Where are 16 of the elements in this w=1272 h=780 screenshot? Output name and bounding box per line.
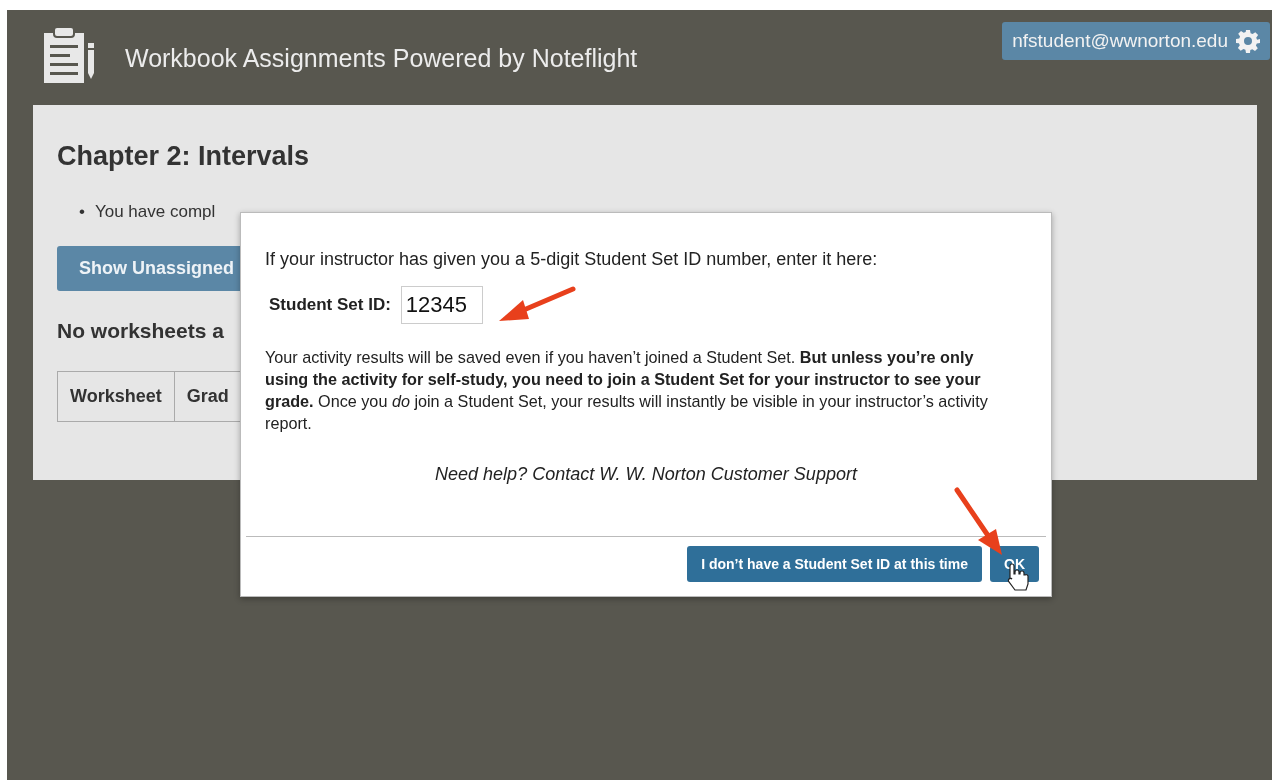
clipboard-icon — [42, 27, 96, 83]
bullet-marker: • — [79, 202, 85, 222]
field-label: Student Set ID: — [269, 295, 391, 315]
help-text: Need help? Contact W. W. Norton Customer Support — [434, 464, 859, 485]
annotation-arrow — [954, 487, 1002, 555]
settings-icon — [1236, 29, 1260, 53]
student-set-id-field[interactable]: 12345 — [400, 286, 483, 324]
column-header: Worksheet — [57, 371, 175, 422]
dialog-prompt: If your instructor has given you a 5-digit Student Set ID number, enter it here: — [265, 249, 879, 270]
dialog-note: Your activity results will be saved even if you haven’t joined a Student Set. But unless you’re only using the activity for self-study, you need to join a Student Set for your instructor to see your grade. Once you do join a Student Set, your results will instantly be visible in your instructor’s activity report. — [265, 347, 989, 434]
account-button[interactable]: nfstudent@wwnorton.edu — [1002, 22, 1270, 60]
worksheets-heading: No worksheets a — [57, 319, 225, 343]
app-title: Workbook Assignments Powered by Noteflight — [125, 44, 638, 73]
progress-text: You have compl — [94, 202, 216, 222]
dialog-button[interactable]: I don’t have a Student Set ID at this time — [687, 546, 982, 582]
chapter-heading: Chapter 2: Intervals — [57, 141, 311, 172]
